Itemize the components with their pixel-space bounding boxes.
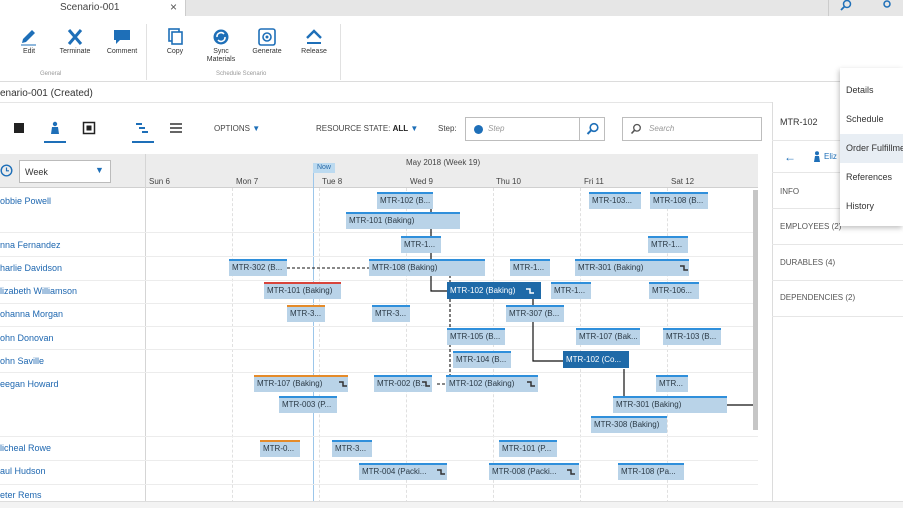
task-bar[interactable]: MTR-0... — [260, 440, 300, 457]
task-bar[interactable]: MTR-108 (B... — [650, 192, 708, 209]
link-icon — [422, 381, 430, 387]
section-dependencies[interactable]: DEPENDENCIES (2) — [780, 293, 855, 302]
task-bar[interactable]: MTR-003 (P... — [279, 396, 337, 413]
task-bar[interactable]: MTR-107 (Baking) — [254, 375, 348, 392]
task-bar[interactable]: MTR-107 (Bak... — [576, 328, 640, 345]
menu-item-schedule[interactable]: Schedule — [840, 105, 903, 134]
task-bar[interactable]: MTR-105 (B... — [447, 328, 505, 345]
link-icon — [567, 469, 575, 475]
section-durables[interactable]: DURABLES (4) — [780, 258, 835, 267]
person-icon — [812, 151, 822, 165]
task-bar[interactable]: MTR-307 (B... — [506, 305, 564, 322]
panel-divider — [772, 244, 903, 245]
task-bar[interactable]: MTR-108 (Baking) — [369, 259, 485, 276]
task-bar[interactable]: MTR-101 (Baking) — [264, 282, 341, 299]
vertical-scrollbar[interactable] — [753, 190, 758, 430]
task-bar-successor[interactable]: MTR-102 (Co... — [563, 351, 629, 368]
panel-divider — [772, 316, 903, 317]
status-bar — [0, 501, 903, 508]
task-bar[interactable]: MTR-1... — [648, 236, 688, 253]
panel-person-name[interactable]: Eliz — [824, 152, 837, 161]
section-info[interactable]: INFO — [780, 187, 799, 196]
task-bar[interactable]: MTR-1... — [401, 236, 441, 253]
task-bar[interactable]: MTR-1... — [510, 259, 550, 276]
task-bar[interactable]: MTR-3... — [287, 305, 325, 322]
dependency-lines — [287, 208, 755, 406]
link-icon — [437, 469, 445, 475]
task-bar[interactable]: MTR-3... — [332, 440, 372, 457]
task-bar[interactable]: MTR-1... — [551, 282, 591, 299]
link-icon — [680, 265, 688, 271]
menu-item-history[interactable]: History — [840, 192, 903, 221]
task-bar[interactable]: MTR... — [656, 375, 688, 392]
menu-item-references[interactable]: References — [840, 163, 903, 192]
task-bar[interactable]: MTR-102 (Baking) — [446, 375, 538, 392]
task-bar[interactable]: MTR-301 (Baking) — [575, 259, 689, 276]
task-bar[interactable]: MTR-104 (B... — [453, 351, 511, 368]
detail-panel-title: MTR-102 — [780, 117, 818, 127]
task-bar[interactable]: MTR-103... — [589, 192, 641, 209]
link-icon — [527, 381, 535, 387]
task-bar[interactable]: MTR-302 (B... — [229, 259, 287, 276]
link-icon — [339, 381, 347, 387]
task-bar[interactable]: MTR-3... — [372, 305, 410, 322]
task-bar[interactable]: MTR-101 (Baking) — [346, 212, 460, 229]
task-bar[interactable]: MTR-308 (Baking) — [591, 416, 667, 433]
task-bar[interactable]: MTR-101 (P... — [499, 440, 557, 457]
panel-divider — [772, 280, 903, 281]
task-bar[interactable]: MTR-108 (Pa... — [618, 463, 684, 480]
menu-item-details[interactable]: Details — [840, 76, 903, 105]
task-bar[interactable]: MTR-004 (Packi... — [359, 463, 447, 480]
task-bar[interactable]: MTR-103 (B... — [663, 328, 721, 345]
menu-item-order-fulfillment[interactable]: Order Fulfillment — [840, 134, 903, 163]
link-icon — [526, 288, 534, 294]
task-bar[interactable]: MTR-301 (Baking) — [613, 396, 727, 413]
section-employees[interactable]: EMPLOYEES (2) — [780, 222, 841, 231]
context-menu: Details Schedule Order Fulfillment Refer… — [840, 68, 903, 226]
task-bar[interactable]: MTR-102 (B... — [377, 192, 433, 209]
back-arrow-icon[interactable]: ← — [784, 150, 796, 164]
task-bar[interactable]: MTR-106... — [649, 282, 699, 299]
